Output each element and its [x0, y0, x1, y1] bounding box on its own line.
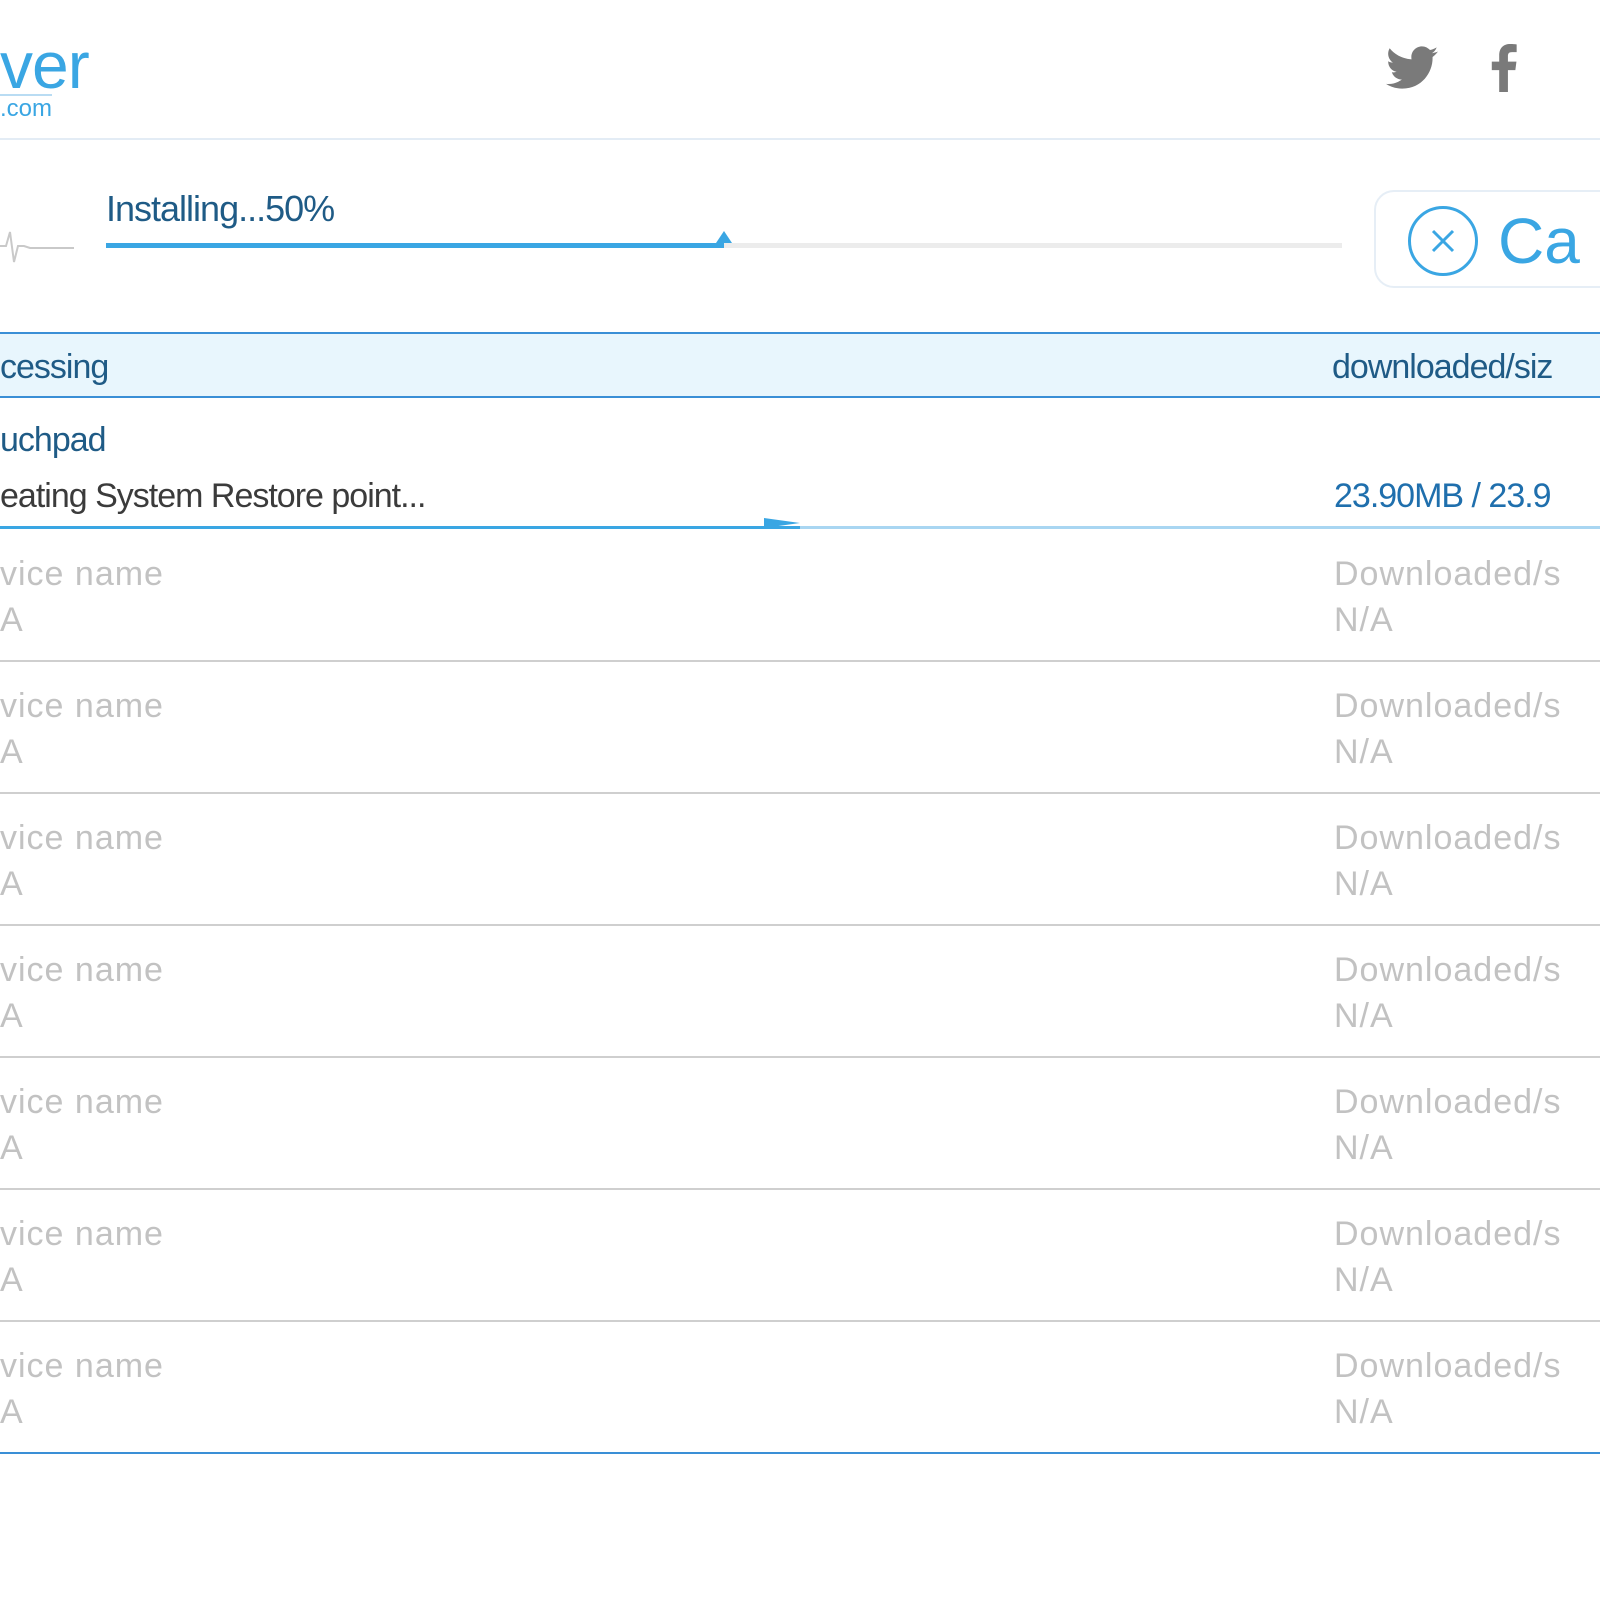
- size-value: N/A: [1334, 601, 1394, 639]
- twitter-icon[interactable]: [1382, 38, 1442, 98]
- device-name-label: vice name: [0, 951, 164, 989]
- cancel-label: Ca: [1498, 205, 1580, 277]
- size-label: Downloaded/s: [1334, 1083, 1562, 1121]
- device-name-value: A: [0, 997, 24, 1035]
- size-label: Downloaded/s: [1334, 1215, 1562, 1253]
- column-header-size: downloaded/siz: [1332, 348, 1553, 386]
- size-label: Downloaded/s: [1334, 819, 1562, 857]
- size-value: N/A: [1334, 865, 1394, 903]
- size-value: N/A: [1334, 997, 1394, 1035]
- device-name-value: A: [0, 865, 24, 903]
- device-name-value: A: [0, 1261, 24, 1299]
- device-name-label: vice name: [0, 819, 164, 857]
- install-status-text: Installing...50%: [106, 188, 335, 229]
- table-row: vice name A Downloaded/s N/A: [0, 926, 1600, 1058]
- table-row: vice name A Downloaded/s N/A: [0, 1058, 1600, 1190]
- device-name-value: A: [0, 733, 24, 771]
- table-row: vice name A Downloaded/s N/A: [0, 794, 1600, 926]
- device-name-value: A: [0, 601, 24, 639]
- column-header-processing: cessing: [0, 348, 109, 386]
- size-label: Downloaded/s: [1334, 951, 1562, 989]
- size-value: N/A: [1334, 1261, 1394, 1299]
- device-name: uchpad: [0, 421, 107, 459]
- size-value: N/A: [1334, 733, 1394, 771]
- size-value: N/A: [1334, 1393, 1394, 1431]
- size-label: Downloaded/s: [1334, 555, 1562, 593]
- row-progress-bar: [0, 518, 1600, 529]
- install-progress-fill: [106, 243, 724, 248]
- device-name-label: vice name: [0, 687, 164, 725]
- cancel-button[interactable]: Ca: [1374, 190, 1600, 288]
- device-name-value: A: [0, 1393, 24, 1431]
- size-value: N/A: [1334, 1129, 1394, 1167]
- header-divider: [0, 138, 1600, 140]
- table-row: vice name A Downloaded/s N/A: [0, 662, 1600, 794]
- install-progress-caret: [716, 231, 732, 243]
- table-row: vice name A Downloaded/s N/A: [0, 1190, 1600, 1322]
- device-name-label: vice name: [0, 1347, 164, 1385]
- install-progress-bar: [106, 231, 1342, 248]
- device-name-label: vice name: [0, 1215, 164, 1253]
- device-name-value: A: [0, 1129, 24, 1167]
- size-label: Downloaded/s: [1334, 687, 1562, 725]
- logo-domain: com: [0, 94, 53, 122]
- row-progress-caret: [764, 518, 800, 528]
- table-row-active: uchpad eating System Restore point... 23…: [0, 398, 1600, 530]
- logo-text: ver: [0, 28, 90, 102]
- device-name-label: vice name: [0, 1083, 164, 1121]
- device-name-label: vice name: [0, 555, 164, 593]
- facebook-icon[interactable]: [1474, 38, 1534, 98]
- table-header: cessing downloaded/siz: [0, 332, 1600, 398]
- pulse-icon: [0, 218, 76, 273]
- app-header: ver com: [0, 0, 1600, 140]
- row-progress-fill: [0, 526, 800, 529]
- table-row: vice name A Downloaded/s N/A: [0, 530, 1600, 662]
- table-row: vice name A Downloaded/s N/A: [0, 1322, 1600, 1454]
- device-status: eating System Restore point...: [0, 477, 426, 515]
- device-size: 23.90MB / 23.9: [1334, 477, 1552, 515]
- close-icon: [1408, 206, 1478, 276]
- size-label: Downloaded/s: [1334, 1347, 1562, 1385]
